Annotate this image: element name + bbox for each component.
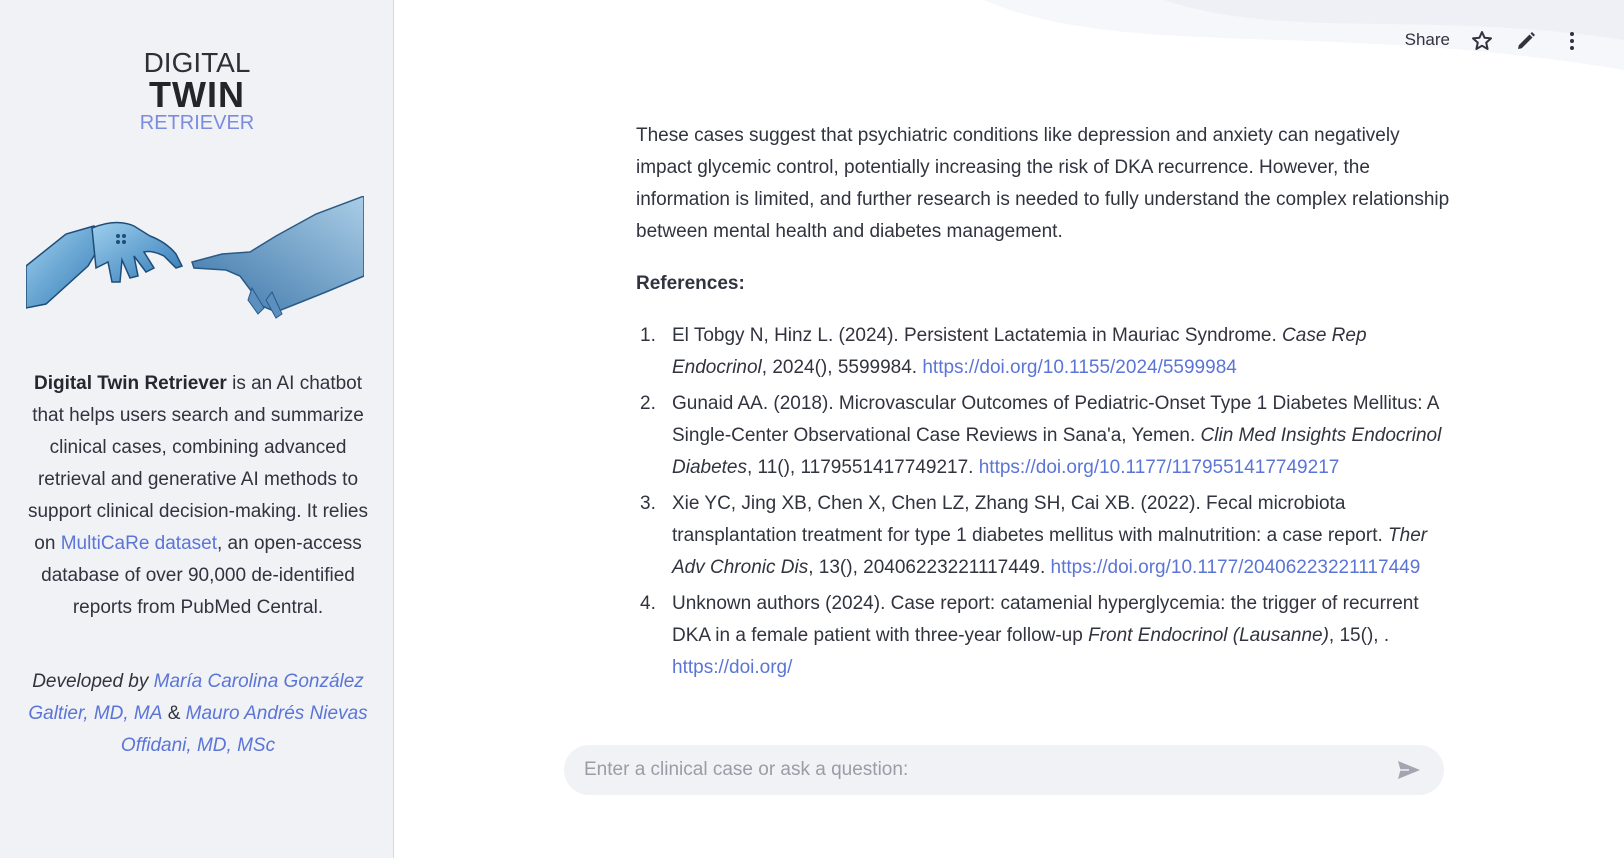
reference-details: , 15(), . [1328, 625, 1390, 646]
multicare-dataset-link[interactable]: MultiCaRe dataset [61, 533, 217, 554]
reference-item: 4. Unknown authors (2024). Case report: … [636, 588, 1456, 684]
chat-input-bar [564, 745, 1444, 795]
reference-journal: Front Endocrinol (Lausanne) [1088, 625, 1329, 646]
robot-hand-icon [26, 221, 184, 309]
chat-input[interactable] [584, 745, 1364, 795]
reference-number: 1. [640, 325, 656, 346]
reference-text: Xie YC, Jing XB, Chen X, Chen LZ, Zhang … [672, 493, 1389, 546]
response-summary: These cases suggest that psychiatric con… [636, 125, 1450, 242]
reference-item: 2. Gunaid AA. (2018). Microvascular Outc… [636, 388, 1456, 484]
pencil-icon[interactable] [1514, 29, 1538, 53]
reference-text: El Tobgy N, Hinz L. (2024). Persistent L… [672, 325, 1283, 346]
reference-number: 2. [640, 393, 656, 414]
more-vertical-icon[interactable] [1560, 29, 1584, 53]
sidebar: DIGITAL TWIN RETRIEVER Digital Twin Retr… [0, 0, 394, 858]
reference-doi-link[interactable]: https://doi.org/10.1177/1179551417749217 [979, 457, 1340, 478]
references-list: 1. El Tobgy N, Hinz L. (2024). Persisten… [636, 320, 1456, 684]
reference-number: 3. [640, 493, 656, 514]
reference-details: , 13(), 20406223221117449. [808, 557, 1051, 578]
reference-item: 3. Xie YC, Jing XB, Chen X, Chen LZ, Zha… [636, 488, 1456, 584]
reference-details: , 2024(), 5599984. [761, 357, 923, 378]
credits-joiner: & [162, 703, 186, 724]
reference-doi-link[interactable]: https://doi.org/10.1177/2040622322111744… [1051, 557, 1421, 578]
reference-doi-link[interactable]: https://doi.org/10.1155/2024/5599984 [922, 357, 1236, 378]
app-description: Digital Twin Retriever is an AI chatbot … [22, 368, 374, 624]
share-button[interactable]: Share [1405, 30, 1450, 50]
developer-credits: Developed by María Carolina González Gal… [22, 666, 374, 762]
app-name: Digital Twin Retriever [33, 373, 227, 394]
references-heading: References: [636, 273, 745, 294]
credits-prefix: Developed by [32, 671, 154, 692]
description-text-1: is an AI chatbot that helps users search… [27, 373, 369, 554]
send-icon[interactable] [1396, 758, 1422, 782]
reference-details: , 11(), 1179551417749217. [747, 457, 979, 478]
top-toolbar: Share [1304, 0, 1624, 84]
reference-doi-link[interactable]: https://doi.org/ [672, 657, 792, 678]
human-hand-icon [191, 196, 364, 319]
reference-number: 4. [640, 593, 656, 614]
robot-human-hands-illustration [26, 196, 364, 319]
assistant-response: These cases suggest that psychiatric con… [636, 120, 1456, 688]
logo-line-retriever: RETRIEVER [139, 112, 255, 134]
star-icon[interactable] [1470, 29, 1494, 53]
app-logo: DIGITAL TWIN RETRIEVER [0, 48, 394, 135]
logo-line-twin: TWIN [149, 74, 245, 115]
reference-item: 1. El Tobgy N, Hinz L. (2024). Persisten… [636, 320, 1456, 384]
